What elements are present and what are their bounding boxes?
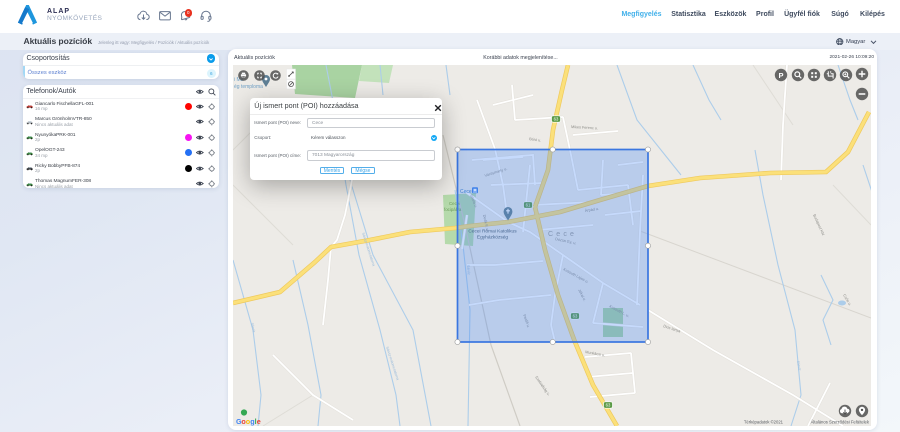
svg-text:63: 63 — [554, 117, 559, 122]
svg-text:P: P — [778, 71, 783, 80]
svg-text:Térképadatok ©2021: Térképadatok ©2021 — [744, 420, 784, 425]
svg-text:Általános Szerződési Feltétele: Általános Szerződési Feltételek — [811, 420, 870, 425]
svg-text:63: 63 — [606, 403, 611, 408]
svg-text:e: e — [257, 417, 261, 426]
svg-text:ég temploma: ég temploma — [234, 84, 263, 90]
